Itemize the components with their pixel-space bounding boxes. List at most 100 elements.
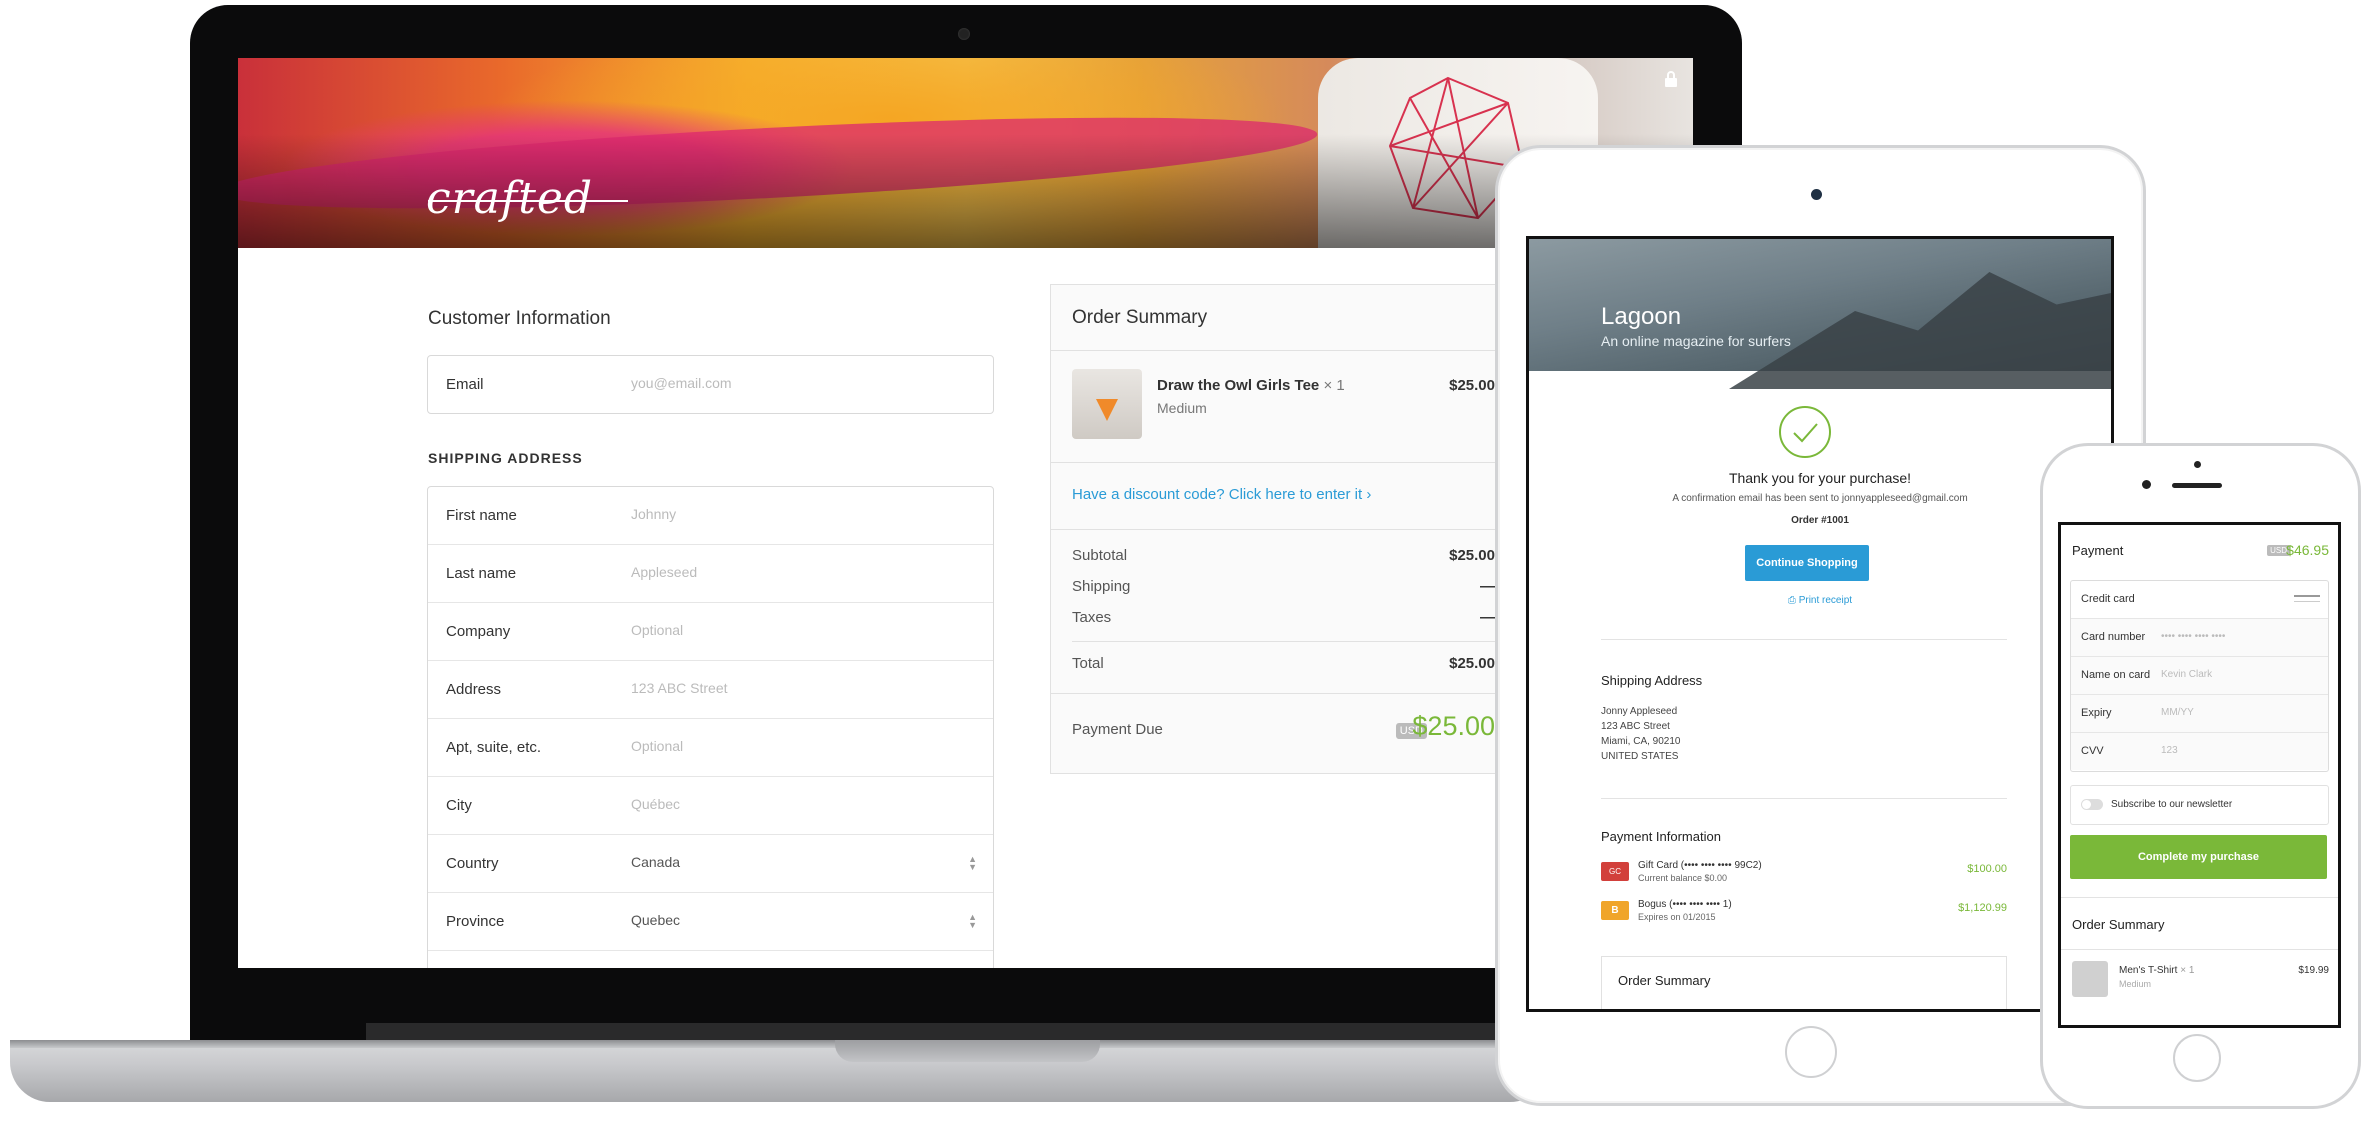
total-value: $25.00	[1449, 655, 1495, 672]
name-on-card-field[interactable]: Name on card Kevin Clark	[2071, 657, 2328, 695]
print-receipt-text: Print receipt	[1798, 595, 1853, 606]
select-arrows-icon: ▲ ▼	[968, 912, 977, 930]
apt-field[interactable]: Apt, suite, etc. Optional	[428, 719, 993, 777]
newsletter-label: Subscribe to our newsletter	[2111, 799, 2233, 810]
apt-input[interactable]: Optional	[631, 738, 683, 754]
country-select[interactable]: Country Canada ▲ ▼	[428, 835, 993, 893]
phone-camera	[2142, 480, 2151, 489]
continue-shopping-button[interactable]: Continue Shopping	[1745, 545, 1869, 581]
province-value: Quebec	[631, 912, 681, 928]
laptop-base	[10, 1040, 1550, 1102]
cvv-input[interactable]: 123	[2161, 745, 2178, 756]
city-field[interactable]: City Québec	[428, 777, 993, 835]
payment-row: GC Gift Card (•••• •••• •••• 99C2) Curre…	[1601, 860, 2007, 888]
discount-code-text: Have a discount code? Click here to ente…	[1072, 486, 1363, 503]
total-label: Total	[1072, 655, 1104, 672]
order-summary-title: Order Summary	[1072, 307, 1208, 328]
company-field[interactable]: Company Optional	[428, 603, 993, 661]
store-tagline: An online magazine for surfers	[1601, 333, 1791, 349]
order-number: Order #1001	[1791, 515, 1849, 526]
city-input[interactable]: Québec	[631, 796, 680, 812]
divider	[1051, 529, 1511, 530]
owl-graphic	[1096, 399, 1118, 421]
payment-sub: Expires on 01/2015	[1638, 912, 1716, 922]
address-field[interactable]: Address 123 ABC Street	[428, 661, 993, 719]
email-label: Email	[446, 376, 484, 393]
lagoon-hero-banner: Lagoon An online magazine for surfers	[1529, 239, 2111, 389]
first-name-field[interactable]: First name Johnny	[428, 487, 993, 545]
laptop-base-edge	[10, 1040, 1550, 1048]
address-input[interactable]: 123 ABC Street	[631, 680, 728, 696]
shipping-address-title: SHIPPING ADDRESS	[428, 450, 583, 466]
province-select[interactable]: Province Quebec ▲ ▼	[428, 893, 993, 951]
newsletter-option[interactable]: Subscribe to our newsletter	[2070, 785, 2329, 825]
logo-underline	[428, 200, 628, 202]
field-label: Card number	[2081, 631, 2146, 643]
last-name-input[interactable]: Appleseed	[631, 564, 697, 580]
select-arrows-icon: ▲ ▼	[968, 854, 977, 872]
payment-amount: $100.00	[1967, 863, 2007, 875]
field-label: Country	[446, 855, 499, 872]
taxes-value: —	[1480, 609, 1495, 626]
print-receipt-link[interactable]: ⎙ Print receipt	[1529, 595, 2111, 606]
divider	[1601, 639, 2007, 640]
tablet-screen: Lagoon An online magazine for surfers Th…	[1526, 236, 2114, 1012]
product-thumbnail	[2072, 961, 2108, 997]
product-thumbnail	[1072, 369, 1142, 439]
thank-you-message: Thank you for your purchase!	[1728, 470, 1912, 486]
product-variant: Medium	[2119, 979, 2152, 989]
product-name: Men's T-Shirt × 1	[2119, 965, 2194, 976]
country-value: Canada	[631, 854, 681, 870]
divider	[2061, 949, 2338, 950]
first-name-input[interactable]: Johnny	[631, 506, 676, 522]
confirmation-message: A confirmation email has been sent to jo…	[1672, 493, 1968, 504]
address-line: 123 ABC Street	[1601, 721, 1670, 732]
credit-card-option[interactable]: Credit card	[2071, 581, 2328, 619]
printer-icon: ⎙	[1787, 595, 1796, 606]
bogus-card-icon: B	[1601, 901, 1629, 920]
card-number-field[interactable]: Card number •••• •••• •••• ••••	[2071, 619, 2328, 657]
laptop-screen: crafted Customer Information Email you@e…	[238, 58, 1693, 968]
field-label: Name on card	[2081, 669, 2151, 681]
field-label: Address	[446, 681, 502, 698]
payment-row: B Bogus (•••• •••• •••• 1) Expires on 01…	[1601, 899, 2007, 927]
card-number-input[interactable]: •••• •••• •••• ••••	[2161, 631, 2225, 642]
payment-name: Gift Card (•••• •••• •••• 99C2)	[1638, 860, 1762, 871]
product-name: Draw the Owl Girls Tee × 1	[1157, 377, 1345, 394]
cvv-field[interactable]: CVV 123	[2071, 733, 2328, 770]
divider	[1051, 462, 1511, 463]
complete-purchase-button[interactable]: Complete my purchase	[2070, 835, 2327, 879]
taxes-label: Taxes	[1072, 609, 1112, 626]
email-field[interactable]: Email you@email.com	[427, 355, 994, 414]
address-line: Jonny Appleseed	[1601, 706, 1678, 717]
expiry-field[interactable]: Expiry MM/YY	[2071, 695, 2328, 733]
product-title: Men's T-Shirt	[2119, 965, 2178, 976]
shipping-form: First name Johnny Last name Appleseed Co…	[427, 486, 994, 968]
store-name[interactable]: Lagoon	[1601, 303, 1681, 331]
company-input[interactable]: Optional	[631, 622, 683, 638]
shipping-address-heading: Shipping Address	[1601, 673, 1703, 688]
newsletter-toggle[interactable]	[2081, 799, 2103, 810]
discount-code-link[interactable]: Have a discount code? Click here to ente…	[1072, 486, 1371, 503]
product-variant: Medium	[1157, 400, 1207, 416]
shipping-value: —	[1480, 578, 1495, 595]
phone-speaker	[2172, 483, 2222, 488]
store-hero-banner: crafted	[238, 58, 1693, 248]
phone-home-button	[2173, 1034, 2221, 1082]
mountain-art	[1729, 272, 2111, 389]
product-title: Draw the Owl Girls Tee	[1157, 377, 1320, 394]
last-name-field[interactable]: Last name Appleseed	[428, 545, 993, 603]
payment-due-label: Payment Due	[1072, 721, 1163, 738]
product-price: $25.00	[1449, 377, 1495, 394]
store-logo[interactable]: crafted	[426, 173, 593, 224]
card-icon	[2294, 595, 2320, 602]
customer-info-title: Customer Information	[428, 308, 611, 329]
expiry-input[interactable]: MM/YY	[2161, 707, 2194, 718]
tablet-home-button	[1785, 1026, 1837, 1078]
order-summary-heading: Order Summary	[2072, 917, 2165, 932]
order-summary-panel: Order Summary Draw the Owl Girls Tee × 1…	[1050, 284, 1512, 774]
email-input[interactable]: you@email.com	[631, 375, 732, 391]
field-label: Expiry	[2081, 707, 2112, 719]
name-on-card-input[interactable]: Kevin Clark	[2161, 669, 2212, 680]
product-qty: × 1	[2180, 965, 2195, 976]
